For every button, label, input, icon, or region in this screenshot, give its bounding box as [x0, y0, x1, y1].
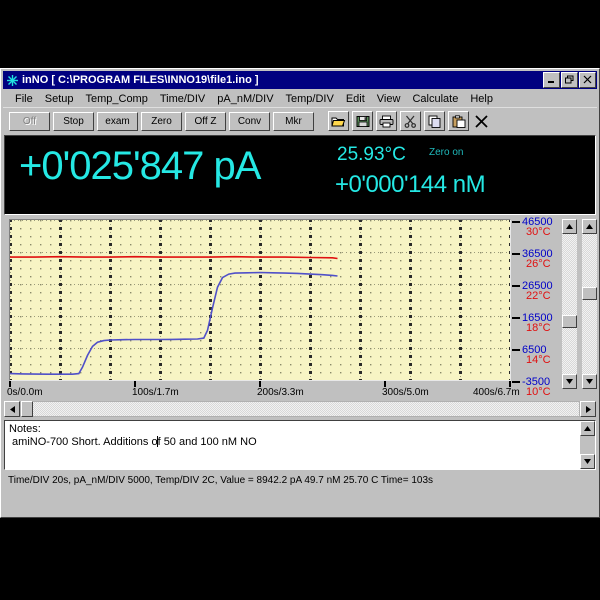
- text-caret: [157, 436, 158, 447]
- chart-horizontal-scrollbar[interactable]: [4, 401, 596, 417]
- x-tick-label: 200s/3.3m: [257, 387, 304, 398]
- exam-button[interactable]: exam: [97, 111, 138, 131]
- menu-item-view[interactable]: View: [371, 92, 407, 106]
- down-arrow-icon[interactable]: [582, 374, 597, 389]
- copy-icon[interactable]: [424, 111, 445, 131]
- y-tick-label-temp: 26°C: [526, 258, 551, 270]
- window-buttons: [543, 72, 596, 88]
- menu-item-edit[interactable]: Edit: [340, 92, 371, 106]
- menu-item-setup[interactable]: Setup: [39, 92, 80, 106]
- y-tick-mark: [512, 285, 520, 287]
- y-tick-label-temp: 18°C: [526, 322, 551, 334]
- snowflake-icon: [6, 74, 19, 87]
- conv-button[interactable]: Conv: [229, 111, 270, 131]
- x-tick-label: 300s/5.0m: [382, 387, 429, 398]
- led-display-panel: +0'025'847 pA 25.93°C Zero on +0'000'144…: [4, 135, 596, 215]
- x-tick-label: 0s/0.0m: [7, 387, 43, 398]
- status-bar: Time/DIV 20s, pA_nM/DIV 5000, Temp/DIV 2…: [8, 474, 434, 486]
- notes-field[interactable]: Notes: amiNO-700 Short. Additions of 50 …: [4, 420, 596, 470]
- data-traces: [10, 255, 338, 375]
- x-tick-label: 400s/6.7m: [473, 387, 520, 398]
- chart-area: 46500 30°C 36500 26°C 26500 22°C 16500 1…: [4, 216, 597, 399]
- right-arrow-icon[interactable]: [580, 401, 596, 417]
- y-tick-label-temp: 10°C: [526, 386, 551, 398]
- toolbar: Off Stop exam Zero Off Z Conv Mkr: [3, 110, 597, 132]
- y-tick-mark: [512, 253, 520, 255]
- close-x-icon[interactable]: [472, 112, 491, 130]
- scrollbar-track[interactable]: [582, 234, 597, 374]
- scrollbar-track[interactable]: [562, 234, 577, 374]
- menu-bar: File Setup Temp_Comp Time/DIV pA_nM/DIV …: [3, 90, 597, 108]
- menu-item-pa-nm-div[interactable]: pA_nM/DIV: [211, 92, 279, 106]
- scrollbar-thumb[interactable]: [582, 287, 597, 301]
- scrollbar-thumb[interactable]: [562, 315, 577, 329]
- save-disk-icon[interactable]: [352, 111, 373, 131]
- concentration-readout: +0'000'144 nM: [335, 171, 486, 198]
- paste-icon[interactable]: [448, 111, 469, 131]
- y-tick-label-temp: 30°C: [526, 226, 551, 238]
- menu-item-calculate[interactable]: Calculate: [406, 92, 464, 106]
- up-arrow-icon[interactable]: [580, 421, 595, 436]
- notes-line-1: Notes:: [9, 423, 41, 435]
- zero-button[interactable]: Zero: [141, 111, 182, 131]
- restore-icon[interactable]: [561, 72, 578, 88]
- up-arrow-icon[interactable]: [562, 219, 577, 234]
- off-z-button[interactable]: Off Z: [185, 111, 226, 131]
- scrollbar-thumb[interactable]: [21, 401, 33, 417]
- y-tick-label-temp: 14°C: [526, 354, 551, 366]
- y-tick-mark: [512, 349, 520, 351]
- menu-item-temp-div[interactable]: Temp/DIV: [280, 92, 340, 106]
- menu-item-help[interactable]: Help: [464, 92, 499, 106]
- menu-item-temp-comp[interactable]: Temp_Comp: [79, 92, 153, 106]
- notes-scrollbar[interactable]: [580, 421, 595, 469]
- y-tick: 26500 22°C: [512, 281, 558, 303]
- notes-line-2: amiNO-700 Short. Additions of 50 and 100…: [9, 436, 257, 448]
- y-tick-label-temp: 22°C: [526, 290, 551, 302]
- title-bar: inNO [ C:\PROGRAM FILES\INNO19\file1.ino…: [3, 71, 597, 89]
- y-tick: 46500 30°C: [512, 217, 558, 239]
- off-button[interactable]: Off: [9, 111, 50, 131]
- down-arrow-icon[interactable]: [562, 374, 577, 389]
- print-icon[interactable]: [376, 111, 397, 131]
- y-tick-mark: [512, 317, 520, 319]
- application-window: inNO [ C:\PROGRAM FILES\INNO19\file1.ino…: [0, 68, 600, 518]
- y-axis-labels: 46500 30°C 36500 26°C 26500 22°C 16500 1…: [512, 216, 558, 398]
- window-title: inNO [ C:\PROGRAM FILES\INNO19\file1.ino…: [22, 74, 259, 86]
- y-tick: 16500 18°C: [512, 313, 558, 335]
- menu-item-time-div[interactable]: Time/DIV: [154, 92, 211, 106]
- y-tick: 6500 14°C: [512, 345, 558, 367]
- open-folder-icon[interactable]: [328, 111, 349, 131]
- current-value-readout: +0'025'847 pA: [19, 144, 261, 188]
- x-tick-label: 100s/1.7m: [132, 387, 179, 398]
- plot-canvas[interactable]: [9, 219, 511, 381]
- temperature-readout: 25.93°C: [337, 144, 406, 165]
- x-axis-labels: 0s/0.0m 100s/1.7m 200s/3.3m 300s/5.0m 40…: [4, 381, 520, 399]
- y-tick-mark: [512, 221, 520, 223]
- stop-button[interactable]: Stop: [53, 111, 94, 131]
- zero-status-label: Zero on: [429, 147, 464, 158]
- menu-item-file[interactable]: File: [9, 92, 39, 106]
- cut-scissors-icon[interactable]: [400, 111, 421, 131]
- y-tick: 36500 26°C: [512, 249, 558, 271]
- close-icon[interactable]: [579, 72, 596, 88]
- down-arrow-icon[interactable]: [580, 454, 595, 469]
- scrollbar-track[interactable]: [20, 401, 580, 417]
- chart-vertical-scrollbar-left[interactable]: [562, 219, 577, 389]
- mkr-button[interactable]: Mkr: [273, 111, 314, 131]
- minimize-icon[interactable]: [543, 72, 560, 88]
- left-arrow-icon[interactable]: [4, 401, 20, 417]
- chart-vertical-scrollbar-right[interactable]: [582, 219, 597, 389]
- up-arrow-icon[interactable]: [582, 219, 597, 234]
